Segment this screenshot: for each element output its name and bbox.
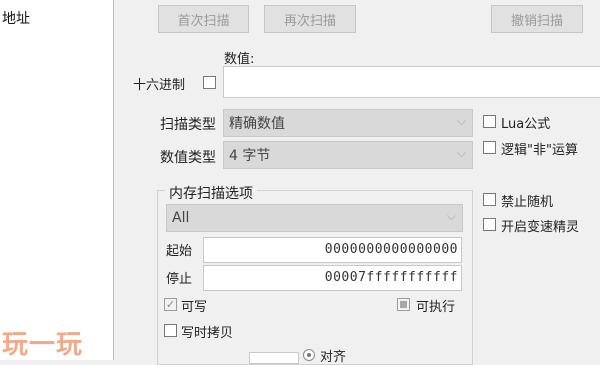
start-address-label: 起始	[166, 244, 193, 259]
value-type-select[interactable]: 4 字节 ⌵	[223, 141, 473, 169]
executable-checkbox[interactable]	[397, 298, 410, 311]
address-list-panel[interactable]: 地址	[0, 0, 114, 360]
value-label: 数值:	[224, 52, 255, 67]
chevron-down-icon: ⌵	[456, 146, 466, 160]
stop-address-input[interactable]: 00007fffffffffff	[203, 265, 462, 291]
speedhack-checkbox[interactable]	[483, 218, 496, 231]
start-address-input[interactable]: 0000000000000000	[203, 237, 462, 263]
undo-scan-button[interactable]: 撤销扫描	[491, 5, 583, 33]
memory-region-select[interactable]: All ⌵	[166, 204, 463, 232]
scan-type-select[interactable]: 精确数值 ⌵	[223, 109, 473, 137]
stop-address-label: 停止	[166, 272, 193, 287]
align-label: 对齐	[320, 350, 347, 365]
disable-random-label: 禁止随机	[501, 195, 554, 210]
logic-not-label: 逻辑"非"运算	[501, 143, 578, 158]
hex-checkbox[interactable]	[203, 76, 216, 89]
executable-label: 可执行	[416, 300, 456, 315]
lua-formula-checkbox[interactable]	[483, 115, 496, 128]
copy-on-write-checkbox[interactable]	[164, 324, 177, 337]
copy-on-write-label: 写时拷贝	[181, 326, 234, 341]
memory-scan-options-title: 内存扫描选项	[165, 183, 257, 203]
scan-type-value: 精确数值	[229, 116, 285, 132]
chevron-down-icon: ⌵	[456, 114, 466, 128]
chevron-down-icon: ⌵	[446, 209, 456, 223]
memory-region-value: All	[172, 210, 190, 226]
address-column-header[interactable]: 地址	[2, 8, 30, 28]
value-input[interactable]	[223, 66, 600, 98]
speedhack-label: 开启变速精灵	[501, 220, 580, 235]
scan-type-label: 扫描类型	[160, 117, 216, 133]
value-type-value: 4 字节	[229, 148, 271, 164]
lua-formula-label: Lua公式	[501, 117, 551, 132]
logic-not-checkbox[interactable]	[483, 141, 496, 154]
value-type-label: 数值类型	[160, 150, 216, 166]
first-scan-button[interactable]: 首次扫描	[158, 5, 249, 33]
next-scan-button[interactable]: 再次扫描	[264, 5, 356, 33]
align-radio[interactable]	[303, 349, 315, 361]
alignment-value-input[interactable]	[249, 352, 299, 364]
watermark-logo: 玩一玩	[2, 330, 84, 360]
writable-checkbox[interactable]: ✓	[164, 298, 177, 311]
writable-label: 可写	[181, 300, 208, 315]
disable-random-checkbox[interactable]	[483, 193, 496, 206]
hex-label: 十六进制	[133, 78, 186, 93]
